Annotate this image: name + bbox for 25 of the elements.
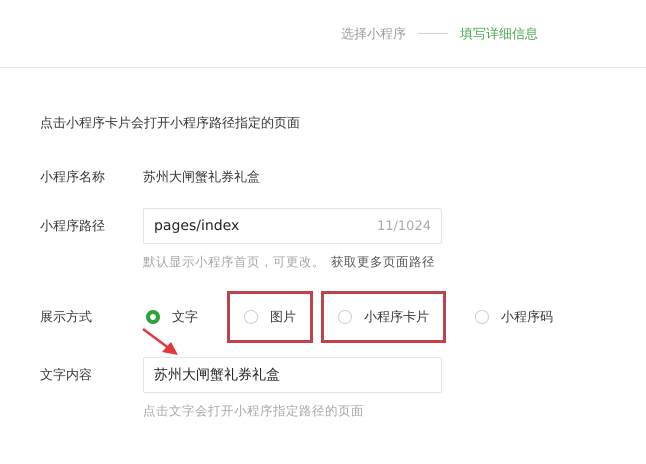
hint-text: 点击文字会打开小程序指定路径的页面 — [143, 403, 364, 420]
radio-option[interactable]: 文字 — [143, 291, 219, 343]
path-field[interactable]: pages/index 11/1024 — [143, 208, 442, 244]
option-label: 图片 — [270, 309, 296, 326]
field-label: 展示方式 — [40, 309, 93, 326]
option-label: 小程序卡片 — [364, 309, 429, 326]
step-label: 选择小程序 — [341, 26, 406, 42]
radio-button[interactable] — [338, 310, 352, 324]
intro-text: 点击小程序卡片会打开小程序路径指定的页面 — [40, 115, 301, 132]
radio-option[interactable]: 小程序码 — [454, 291, 574, 343]
text-field[interactable]: 苏州大闸蟹礼券礼盒 — [143, 357, 442, 393]
more-paths-link[interactable]: 获取更多页面路径 — [331, 254, 435, 271]
step-label: 填写详细信息 — [460, 26, 538, 42]
hint-text: 默认显示小程序首页，可更改。 — [143, 254, 325, 271]
field-label: 文字内容 — [40, 367, 93, 384]
option-label: 文字 — [172, 309, 198, 326]
arrow-annotation — [142, 328, 178, 355]
radio-button[interactable] — [244, 310, 258, 324]
radio-button[interactable] — [475, 310, 489, 324]
option-label: 小程序码 — [501, 309, 553, 326]
field-label: 小程序路径 — [40, 218, 106, 235]
field-value: 苏州大闸蟹礼券礼盒 — [143, 169, 261, 186]
field-label: 小程序名称 — [40, 169, 106, 186]
char-counter: 11/1024 — [376, 218, 431, 234]
radio-button[interactable] — [146, 310, 160, 324]
